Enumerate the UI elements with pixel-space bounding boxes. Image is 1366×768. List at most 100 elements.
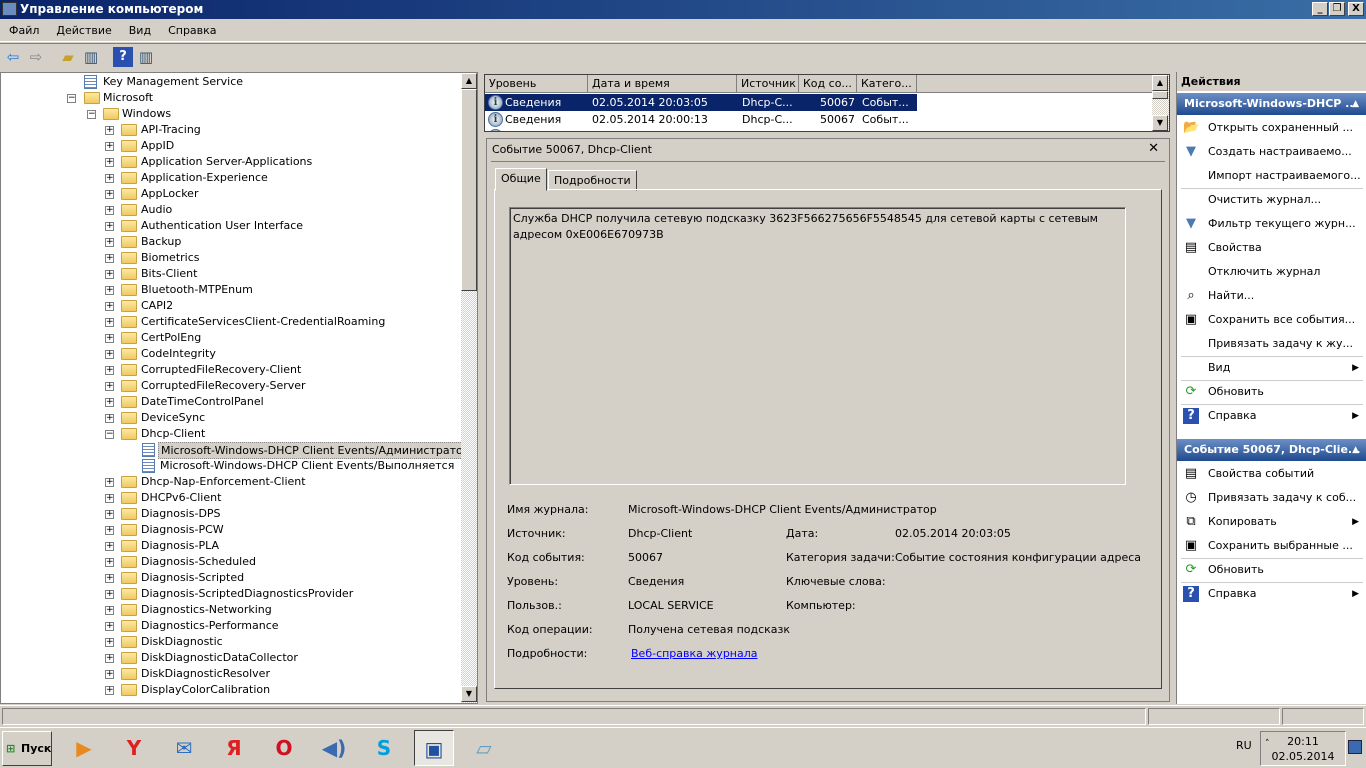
expand-icon[interactable]: + bbox=[105, 606, 114, 615]
computer-management-icon[interactable]: ▣ bbox=[414, 730, 454, 766]
expand-icon[interactable]: + bbox=[105, 622, 114, 631]
expand-icon[interactable]: + bbox=[105, 190, 114, 199]
tree-scrollbar[interactable]: ▲ ▼ bbox=[461, 73, 477, 703]
expand-icon[interactable]: + bbox=[105, 542, 114, 551]
expand-icon[interactable]: + bbox=[105, 478, 114, 487]
expand-icon[interactable]: + bbox=[105, 494, 114, 503]
sound-icon[interactable]: ◀) bbox=[314, 730, 354, 766]
action-item[interactable]: ▤ Свойства bbox=[1177, 236, 1366, 260]
restore-button[interactable]: ❐ bbox=[1329, 2, 1345, 16]
tree-item[interactable]: − Dhcp-Client bbox=[1, 426, 459, 442]
back-icon[interactable]: ⇦ bbox=[3, 47, 23, 67]
action-item[interactable]: Очистить журнал... bbox=[1177, 188, 1366, 212]
tree-item[interactable]: + API-Tracing bbox=[1, 122, 459, 138]
expand-icon[interactable]: + bbox=[105, 414, 114, 423]
tree-item[interactable]: + Diagnosis-Scheduled bbox=[1, 554, 459, 570]
help-icon[interactable]: ? bbox=[113, 47, 133, 67]
action-item[interactable]: ⧉ Копировать ▶ bbox=[1177, 510, 1366, 534]
expand-icon[interactable]: + bbox=[105, 510, 114, 519]
menu-file[interactable]: Файл bbox=[1, 20, 47, 42]
tree-item[interactable]: + Diagnosis-PCW bbox=[1, 522, 459, 538]
tree-item[interactable]: + Application-Experience bbox=[1, 170, 459, 186]
event-message[interactable]: Служба DHCP получила сетевую подсказку 3… bbox=[509, 207, 1126, 485]
yandex-icon[interactable]: Я bbox=[214, 730, 254, 766]
close-detail-icon[interactable]: ✕ bbox=[1148, 141, 1159, 156]
show-hide-tree-icon[interactable]: ▥ bbox=[81, 47, 101, 67]
expand-icon[interactable]: + bbox=[105, 382, 114, 391]
expand-icon[interactable]: + bbox=[105, 334, 114, 343]
tree-item[interactable]: + Application Server-Applications bbox=[1, 154, 459, 170]
tree-item[interactable]: Microsoft-Windows-DHCP Client Events/Вып… bbox=[1, 458, 459, 474]
expand-icon[interactable]: + bbox=[105, 222, 114, 231]
event-row[interactable]: i Сведения 02.05.2014 20:00:13 Dhcp-C... 500… bbox=[485, 111, 1151, 128]
collapse-icon[interactable]: ▲ bbox=[1352, 439, 1359, 461]
expand-icon[interactable]: + bbox=[105, 590, 114, 599]
expand-icon[interactable]: + bbox=[105, 670, 114, 679]
column-source[interactable]: Источник bbox=[737, 75, 799, 93]
tree-item[interactable]: Key Management Service bbox=[1, 74, 459, 90]
tree-item[interactable]: − Windows bbox=[1, 106, 459, 122]
action-item[interactable]: 📂 Открыть сохраненный ... bbox=[1177, 116, 1366, 140]
clock[interactable]: 20:11 02.05.2014 bbox=[1260, 731, 1346, 766]
column-level[interactable]: Уровень bbox=[485, 75, 588, 93]
event-log-help-link[interactable]: Веб-справка журнала bbox=[631, 647, 758, 660]
forward-icon[interactable]: ⇨ bbox=[26, 47, 46, 67]
action-item[interactable]: ? Справка ▶ bbox=[1177, 404, 1366, 428]
tree-item[interactable]: + Diagnosis-DPS bbox=[1, 506, 459, 522]
expand-icon[interactable]: + bbox=[105, 638, 114, 647]
expand-icon[interactable]: + bbox=[105, 350, 114, 359]
scroll-up-button[interactable]: ▲ bbox=[461, 73, 477, 89]
expand-icon[interactable]: + bbox=[105, 302, 114, 311]
tree-item[interactable]: + DisplayColorCalibration bbox=[1, 682, 459, 698]
scroll-up-button[interactable]: ▲ bbox=[1152, 75, 1168, 91]
expand-icon[interactable]: + bbox=[105, 686, 114, 695]
action-item[interactable]: ? Справка ▶ bbox=[1177, 582, 1366, 606]
column-event-id[interactable]: Код со... bbox=[799, 75, 857, 93]
close-button[interactable]: X bbox=[1348, 2, 1364, 16]
expand-icon[interactable]: + bbox=[105, 286, 114, 295]
expand-icon[interactable]: + bbox=[105, 526, 114, 535]
expand-icon[interactable]: + bbox=[105, 318, 114, 327]
notepad-icon[interactable]: ▱ bbox=[464, 730, 504, 766]
tree-item[interactable]: + Backup bbox=[1, 234, 459, 250]
expand-icon[interactable]: + bbox=[105, 238, 114, 247]
tree-item[interactable]: + Bits-Client bbox=[1, 266, 459, 282]
list-scrollbar[interactable]: ▲ ▼ bbox=[1152, 75, 1169, 131]
action-item[interactable]: ▣ Сохранить все события... bbox=[1177, 308, 1366, 332]
minimize-button[interactable]: _ bbox=[1312, 2, 1328, 16]
tree-item[interactable]: + DiskDiagnosticResolver bbox=[1, 666, 459, 682]
action-item[interactable]: ◷ Привязать задачу к соб... bbox=[1177, 486, 1366, 510]
column-category[interactable]: Катего... bbox=[857, 75, 917, 93]
tree-item[interactable]: + CAPI2 bbox=[1, 298, 459, 314]
tree-item[interactable]: + Diagnosis-Scripted bbox=[1, 570, 459, 586]
opera-icon[interactable]: O bbox=[264, 730, 304, 766]
scroll-down-button[interactable]: ▼ bbox=[1152, 115, 1168, 131]
menu-view[interactable]: Вид bbox=[121, 20, 159, 42]
event-row[interactable]: i bbox=[485, 128, 1151, 131]
tree-item[interactable]: + AppLocker bbox=[1, 186, 459, 202]
collapse-icon[interactable]: ▲ bbox=[1352, 93, 1359, 115]
collapse-icon[interactable]: − bbox=[105, 430, 114, 439]
tree-item[interactable]: + Diagnosis-PLA bbox=[1, 538, 459, 554]
tree-item[interactable]: + CorruptedFileRecovery-Client bbox=[1, 362, 459, 378]
expand-icon[interactable]: + bbox=[105, 158, 114, 167]
tree-item[interactable]: + Biometrics bbox=[1, 250, 459, 266]
tree-item[interactable]: + DHCPv6-Client bbox=[1, 490, 459, 506]
expand-icon[interactable]: + bbox=[105, 254, 114, 263]
tree-item[interactable]: + AppID bbox=[1, 138, 459, 154]
collapse-icon[interactable]: − bbox=[87, 110, 96, 119]
tab-general[interactable]: Общие bbox=[495, 168, 547, 191]
tree-item[interactable]: + CorruptedFileRecovery-Server bbox=[1, 378, 459, 394]
tree-item[interactable]: + CertPolEng bbox=[1, 330, 459, 346]
expand-icon[interactable]: + bbox=[105, 398, 114, 407]
tree-item[interactable]: + DiskDiagnosticDataCollector bbox=[1, 650, 459, 666]
collapse-icon[interactable]: − bbox=[67, 94, 76, 103]
action-item[interactable]: Вид ▶ bbox=[1177, 356, 1366, 380]
action-item[interactable]: Импорт настраиваемого... bbox=[1177, 164, 1366, 188]
action-item[interactable]: ▼ Создать настраиваемо... bbox=[1177, 140, 1366, 164]
expand-icon[interactable]: + bbox=[105, 206, 114, 215]
skype-icon[interactable]: S bbox=[364, 730, 404, 766]
expand-icon[interactable]: + bbox=[105, 142, 114, 151]
tree-item[interactable]: + Diagnosis-ScriptedDiagnosticsProvider bbox=[1, 586, 459, 602]
expand-icon[interactable]: + bbox=[105, 574, 114, 583]
